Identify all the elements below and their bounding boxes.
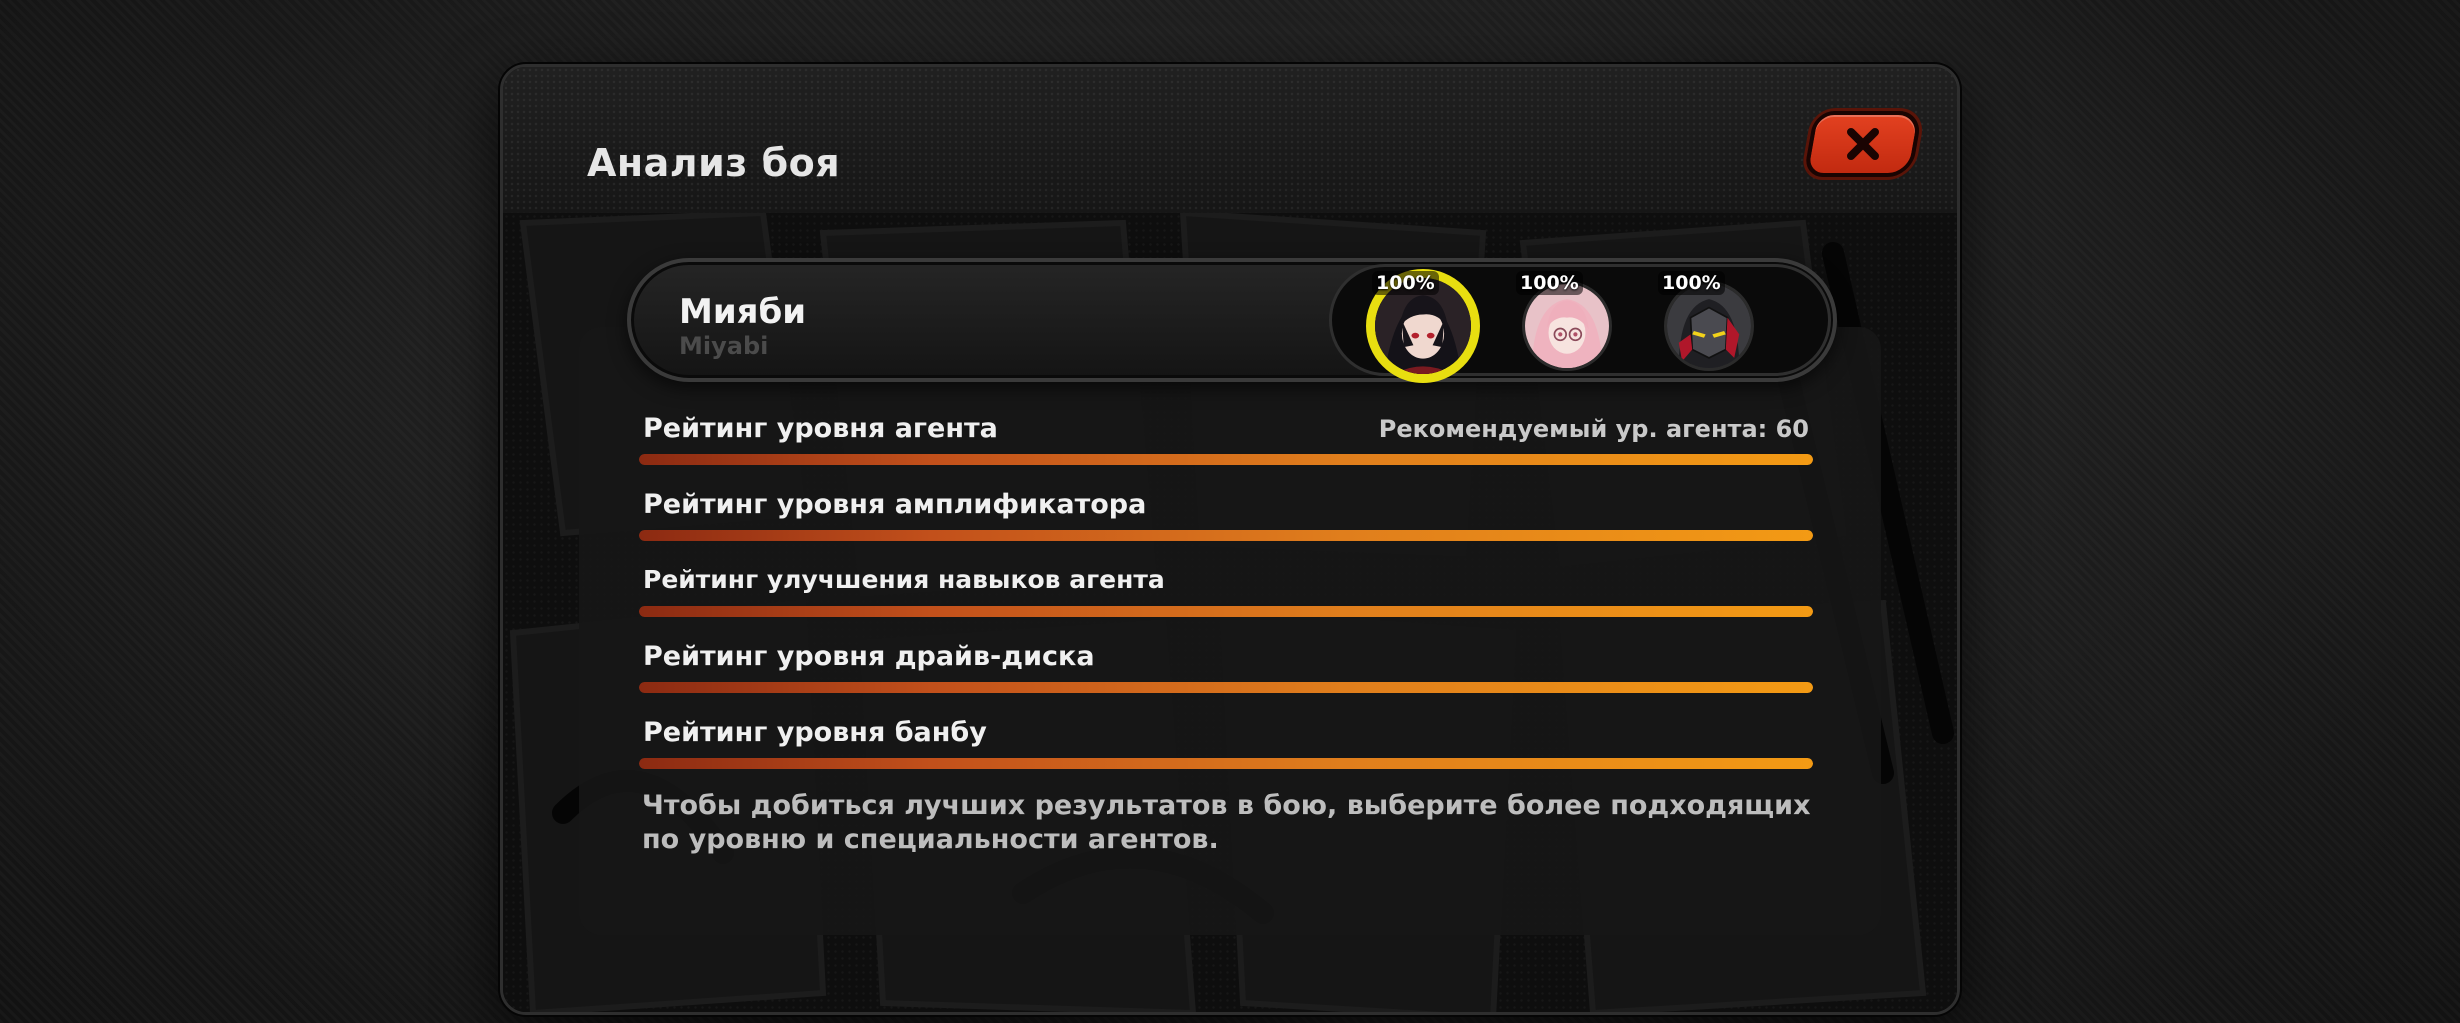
squad-member-1[interactable]: 100%: [1366, 269, 1480, 383]
rating-bar: [639, 530, 1813, 541]
close-button[interactable]: [1803, 111, 1923, 177]
rating-bar-fill: [639, 758, 1813, 769]
close-icon: [1847, 128, 1879, 160]
rating-skill-upgrade: Рейтинг улучшения навыков агента: [639, 565, 1813, 625]
rating-drive-disc-level: Рейтинг уровня драйв-диска: [639, 641, 1813, 701]
rating-label: Рейтинг уровня драйв-диска: [643, 641, 1095, 672]
rating-bar: [639, 606, 1813, 617]
squad-member-2[interactable]: 100%: [1516, 271, 1612, 371]
rating-bar-fill: [639, 454, 1813, 465]
dialog-title: Анализ боя: [587, 141, 841, 185]
squad-member-3-percent: 100%: [1658, 271, 1725, 295]
rating-bar: [639, 758, 1813, 769]
battle-analysis-dialog: Анализ боя Мияби Miyabi 100% 100% 100% Р…: [500, 64, 1960, 1015]
rating-bar-fill: [639, 606, 1813, 617]
rating-amplifier-level: Рейтинг уровня амплификатора: [639, 489, 1813, 549]
rating-bar: [639, 454, 1813, 465]
squad-selector: 100% 100% 100%: [1329, 264, 1831, 383]
rating-label: Рейтинг уровня агента: [643, 413, 998, 444]
agent-name: Мияби: [679, 292, 807, 332]
dialog-header: Анализ боя: [503, 67, 1957, 213]
squad-member-1-percent: 100%: [1372, 271, 1439, 295]
agent-card: Мияби Miyabi 100% 100% 100%: [627, 258, 1837, 383]
rating-label: Рейтинг уровня амплификатора: [643, 489, 1147, 520]
rating-bangboo-level: Рейтинг уровня банбу: [639, 717, 1813, 777]
agent-subname: Miyabi: [679, 332, 769, 360]
hint-text: Чтобы добиться лучших результатов в бою,…: [642, 790, 1811, 855]
rating-agent-level: Рейтинг уровня агента Рекомендуемый ур. …: [639, 413, 1813, 473]
rating-label: Рейтинг улучшения навыков агента: [643, 565, 1165, 594]
rating-bar-fill: [639, 682, 1813, 693]
squad-member-2-percent: 100%: [1516, 271, 1583, 295]
rating-bar-fill: [639, 530, 1813, 541]
recommended-level-note: Рекомендуемый ур. агента: 60: [1378, 415, 1809, 443]
rating-bar: [639, 682, 1813, 693]
rating-label: Рейтинг уровня банбу: [643, 717, 987, 748]
squad-member-3[interactable]: 100%: [1658, 271, 1754, 371]
